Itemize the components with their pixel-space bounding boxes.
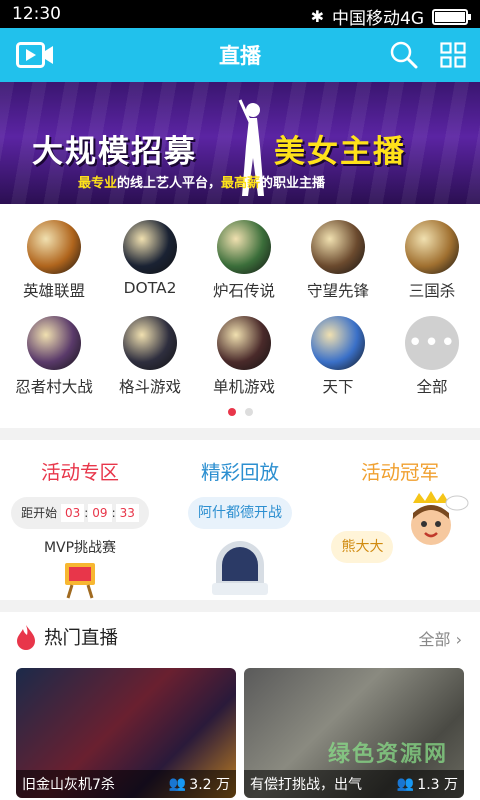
- easel-icon: [65, 563, 95, 599]
- activity-zone[interactable]: 活动专区 距开始 03:09:33 MVP挑战赛: [0, 440, 160, 603]
- status-right: ✱ 中国移动4G: [310, 4, 471, 29]
- activity-champion-title: 活动冠军: [360, 461, 439, 484]
- page-indicator: [0, 408, 480, 416]
- viewer-count: 👥 1.3 万: [396, 776, 458, 793]
- status-time: 12:30: [12, 4, 61, 24]
- game-category-7[interactable]: 格斗游戏: [102, 316, 198, 397]
- champion-tag: 熊大大: [331, 531, 394, 563]
- banner-subtitle: 最专业的线上艺人平台，最高薪的职业主播: [78, 176, 326, 191]
- viewer-count: 👥 3.2 万: [168, 776, 230, 793]
- game-category-10[interactable]: ••• 全部: [384, 316, 480, 397]
- battery-level: [435, 11, 466, 22]
- game-avatar-icon: [405, 220, 459, 274]
- game-avatar-icon: [311, 316, 365, 370]
- grid-icon[interactable]: [440, 42, 466, 68]
- game-category-label: 忍者村大战: [15, 378, 93, 396]
- game-avatar-icon: [311, 220, 365, 274]
- status-bar: 12:30 ✱ 中国移动4G: [0, 0, 480, 29]
- replay-capsule-icon: [212, 541, 268, 595]
- live-card-title: 旧金山灰机7杀: [22, 777, 115, 793]
- game-avatar-icon: [27, 316, 81, 370]
- game-category-9[interactable]: 天下: [290, 316, 386, 397]
- replay-tag: 阿什都德开战: [188, 497, 292, 529]
- app-bar: 直播: [0, 28, 480, 82]
- game-avatar-icon: [123, 220, 177, 274]
- more-icon: •••: [405, 316, 459, 370]
- hot-live-header: 热门直播: [16, 624, 118, 650]
- live-card[interactable]: 旧金山灰机7杀 👥 3.2 万: [16, 668, 236, 798]
- game-category-label: 三国杀: [408, 282, 456, 300]
- status-carrier: 中国移动4G: [332, 9, 424, 29]
- game-category-6[interactable]: 忍者村大战: [6, 316, 102, 397]
- banner-headline-left: 大规模招募: [32, 134, 197, 170]
- activity-replay-title: 精彩回放: [200, 461, 279, 484]
- page-dot: [244, 408, 253, 416]
- game-category-grid: 英雄联盟 DOTA2 炉石传说 守望先锋 三国杀忍者村大战 格斗游戏 单机游戏 天下 ••• 全部: [0, 204, 480, 428]
- game-category-3[interactable]: 炉石传说: [196, 220, 292, 301]
- hot-live-all-link[interactable]: 全部 ›: [418, 626, 462, 650]
- live-card[interactable]: 绿色资源网 有偿打挑战，出气 👥 1.3 万: [244, 668, 464, 798]
- game-category-4[interactable]: 守望先锋: [290, 220, 386, 301]
- activity-zone-title: 活动专区: [40, 461, 119, 484]
- game-avatar-icon: [123, 316, 177, 370]
- battery-icon: [432, 8, 471, 25]
- live-card-caption: 有偿打挑战，出气 👥 1.3 万: [244, 770, 464, 798]
- hot-live-title: 热门直播: [44, 628, 119, 649]
- game-category-8[interactable]: 单机游戏: [196, 316, 292, 397]
- viewers-icon: 👥: [168, 776, 187, 792]
- activity-replay[interactable]: 精彩回放 阿什都德开战: [160, 440, 320, 603]
- game-category-label: 守望先锋: [306, 282, 369, 300]
- activity-zone-caption: MVP挑战赛: [43, 540, 117, 556]
- promo-banner[interactable]: 大规模招募 美女主播 最专业的线上艺人平台，最高薪的职业主播: [0, 82, 480, 204]
- hot-live-section: 热门直播 全部 › 旧金山灰机7杀 👥 3.2 万 绿色资源网 有偿打挑战，出气 …: [0, 612, 480, 800]
- game-category-label: 炉石传说: [212, 282, 275, 300]
- page-dot-active: [227, 408, 236, 416]
- countdown-timer: 距开始 03:09:33: [11, 497, 149, 529]
- game-category-2[interactable]: DOTA2: [102, 220, 198, 297]
- game-avatar-icon: [27, 220, 81, 274]
- live-card-caption: 旧金山灰机7杀 👥 3.2 万: [16, 770, 236, 798]
- banner-headline-right: 美女主播: [274, 134, 406, 170]
- viewers-icon: 👥: [396, 776, 415, 792]
- game-category-label: 天下: [322, 378, 354, 396]
- activity-champion[interactable]: 活动冠军 熊大大: [320, 440, 480, 563]
- game-category-label: 格斗游戏: [118, 378, 181, 396]
- game-category-label: 全部: [416, 378, 448, 396]
- game-category-label: 单机游戏: [212, 378, 275, 396]
- game-avatar-icon: [217, 220, 271, 274]
- activity-section: 活动专区 距开始 03:09:33 MVP挑战赛 精彩回放 阿什都德开战 活动冠…: [0, 440, 480, 600]
- flame-icon: [17, 625, 35, 650]
- champion-avatar-icon: [410, 491, 469, 545]
- chevron-right-icon: ›: [455, 630, 462, 649]
- game-avatar-icon: [217, 316, 271, 370]
- game-category-label: DOTA2: [123, 279, 177, 297]
- search-icon[interactable]: [390, 41, 418, 69]
- bluetooth-icon: ✱: [310, 7, 324, 26]
- watermark: 绿色资源网: [327, 742, 448, 767]
- game-category-5[interactable]: 三国杀: [384, 220, 480, 301]
- game-category-label: 英雄联盟: [22, 282, 85, 300]
- live-card-title: 有偿打挑战，出气: [250, 777, 362, 793]
- game-category-1[interactable]: 英雄联盟: [6, 220, 102, 301]
